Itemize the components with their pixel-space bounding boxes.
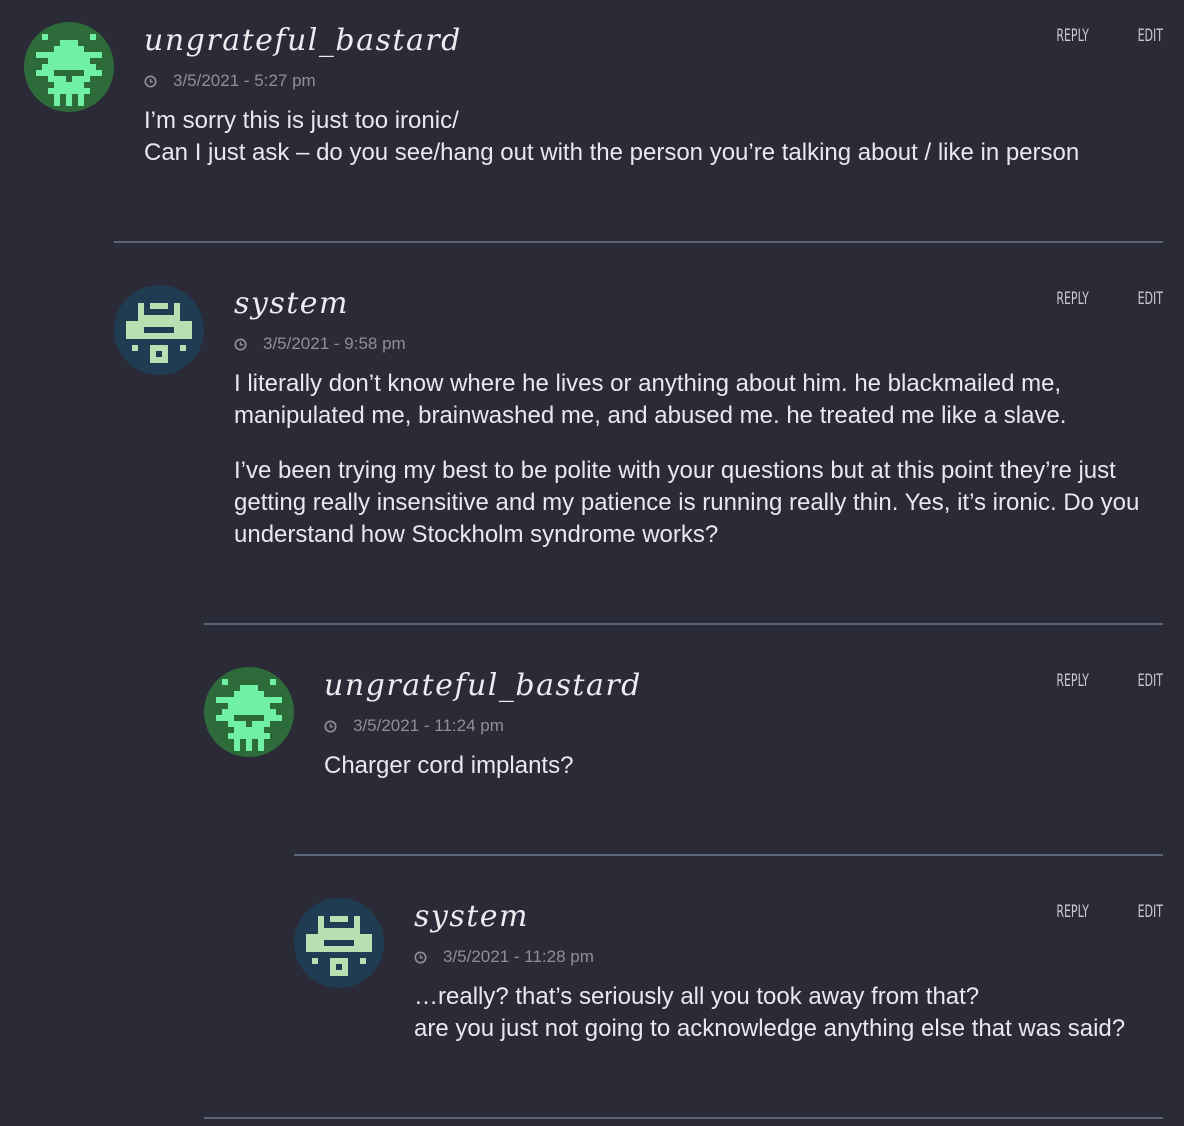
edit-button[interactable]: Edit [1131,289,1163,309]
edit-button[interactable]: Edit [1131,671,1163,691]
clock-icon [234,337,247,351]
comment-paragraph: I’ve been trying my best to be polite wi… [234,457,1140,548]
comment-paragraph: I’m sorry this is just too ironic/ Can I… [144,107,1080,166]
comment-author[interactable]: ungrateful_bastard [144,22,1163,60]
comment-actions: Reply Edit [1044,289,1163,309]
avatar[interactable] [24,22,114,112]
comment-actions: Reply Edit [1044,902,1163,922]
space-invader-blue-avatar-icon [294,898,384,988]
reply-button[interactable]: Reply [1056,289,1088,309]
comment-text: I literally don’t know where he lives or… [234,368,1163,551]
space-invader-green-avatar-icon [24,22,114,112]
avatar[interactable] [114,285,204,375]
comment-text: I’m sorry this is just too ironic/ Can I… [144,105,1163,169]
comment-author[interactable]: system [234,285,1163,323]
comment-body: system Reply Edit 3/5/2021 - 11:28 pm …r… [414,898,1163,1045]
reply-button[interactable]: Reply [1056,671,1088,691]
comment-divider [204,623,1163,625]
comment-paragraph: Charger cord implants? [324,752,574,779]
comment-timestamp[interactable]: 3/5/2021 - 9:58 pm [263,334,406,354]
comment-timestamp[interactable]: 3/5/2021 - 11:24 pm [353,716,504,736]
space-invader-blue-avatar-icon [114,285,204,375]
comment-divider [114,241,1163,243]
comment-paragraph: …really? that’s seriously all you took a… [414,983,1126,1042]
comment-actions: Reply Edit [1044,26,1163,46]
comment-meta: 3/5/2021 - 9:58 pm [234,334,1163,354]
clock-icon [414,950,427,964]
comment-timestamp[interactable]: 3/5/2021 - 11:28 pm [443,947,594,967]
edit-button[interactable]: Edit [1131,26,1163,46]
comment-author[interactable]: ungrateful_bastard [324,667,1163,705]
clock-icon [324,719,337,733]
avatar[interactable] [294,898,384,988]
clock-icon [144,74,157,88]
comment-meta: 3/5/2021 - 11:24 pm [324,716,1163,736]
comment-body: ungrateful_bastard Reply Edit 3/5/2021 -… [324,667,1163,782]
comment-divider [294,854,1163,856]
comment-timestamp[interactable]: 3/5/2021 - 5:27 pm [173,71,316,91]
comment-body: ungrateful_bastard Reply Edit 3/5/2021 -… [144,22,1163,169]
comment-actions: Reply Edit [1044,671,1163,691]
comment-text: Charger cord implants? [324,750,1163,782]
comment-paragraph: I literally don’t know where he lives or… [234,370,1067,429]
comment-meta: 3/5/2021 - 11:28 pm [414,947,1163,967]
comment-meta: 3/5/2021 - 5:27 pm [144,71,1163,91]
avatar[interactable] [204,667,294,757]
comment-divider [204,1117,1163,1119]
edit-button[interactable]: Edit [1131,902,1163,922]
space-invader-green-avatar-icon [204,667,294,757]
reply-button[interactable]: Reply [1056,26,1088,46]
comment-text: …really? that’s seriously all you took a… [414,981,1163,1045]
comment-body: system Reply Edit 3/5/2021 - 9:58 pm I l… [234,285,1163,551]
reply-button[interactable]: Reply [1056,902,1088,922]
